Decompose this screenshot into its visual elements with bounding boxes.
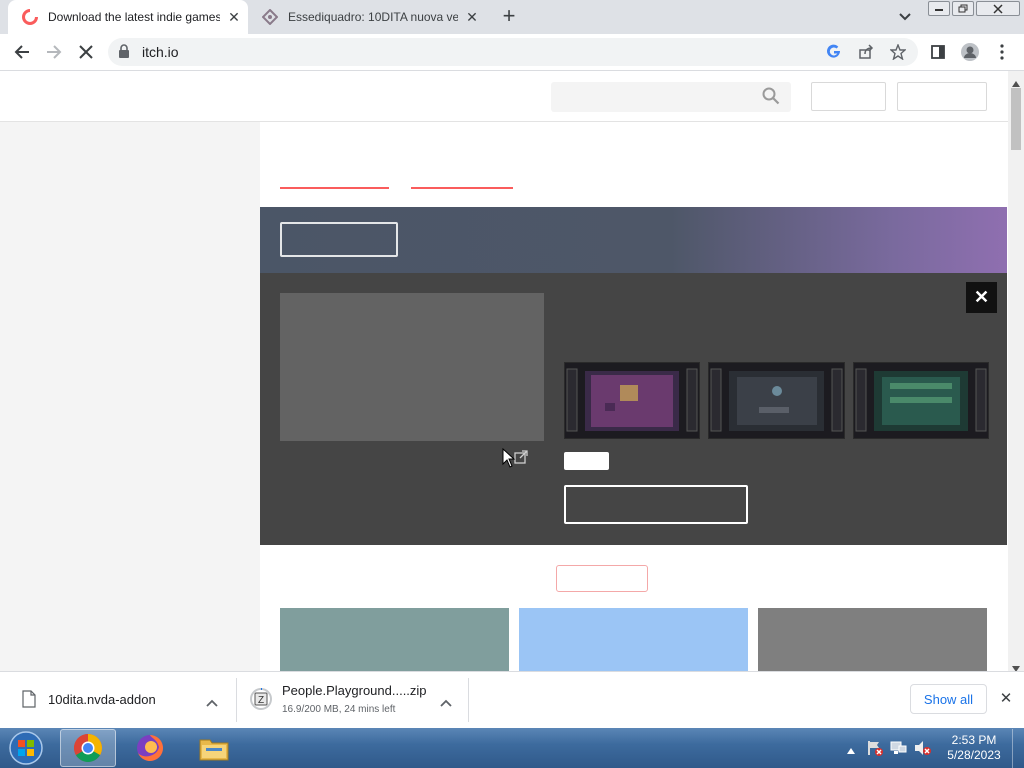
login-button[interactable] [811, 82, 886, 111]
profile-avatar-icon[interactable] [956, 38, 984, 66]
nav-tab-underline[interactable] [411, 187, 513, 189]
left-sidebar [0, 122, 260, 671]
download-filename[interactable]: 10ditа.nvda-addon [48, 692, 156, 707]
search-icon[interactable] [762, 87, 780, 110]
url-text[interactable]: itch.io [142, 44, 179, 60]
register-button[interactable] [897, 82, 987, 111]
network-icon[interactable] [890, 740, 908, 761]
address-bar[interactable] [108, 38, 918, 66]
restore-button[interactable] [952, 1, 974, 16]
close-icon[interactable]: ✕ [966, 282, 997, 313]
side-panel-icon[interactable] [924, 38, 952, 66]
file-explorer-taskbar-icon[interactable] [186, 729, 242, 767]
game-screenshot[interactable] [853, 362, 989, 439]
vertical-scrollbar[interactable] [1008, 71, 1024, 671]
start-orb-icon[interactable] [6, 729, 46, 767]
download-filename[interactable]: People.Playground.....zip [282, 683, 427, 698]
banner-button[interactable] [280, 222, 398, 257]
view-game-button[interactable] [564, 485, 748, 524]
tab-strip: Download the latest indie games ✕ Essedi… [0, 0, 1024, 34]
close-shelf-icon[interactable]: ✕ [998, 690, 1014, 707]
show-all-button[interactable]: Show all [910, 684, 987, 714]
firefox-taskbar-icon[interactable] [122, 729, 178, 767]
itchio-favicon-icon [22, 9, 38, 25]
svg-text:Z: Z [258, 695, 264, 706]
action-center-flag-icon[interactable] [866, 740, 884, 761]
external-link-icon[interactable] [514, 450, 528, 469]
tab-close-icon[interactable]: ✕ [224, 7, 244, 27]
system-clock[interactable]: 2:53 PM 5/28/2023 [944, 733, 1004, 763]
lock-icon[interactable] [118, 44, 132, 60]
tab-title: Download the latest indie games [48, 10, 220, 24]
game-screenshot[interactable] [564, 362, 700, 439]
game-card-thumbnail[interactable] [280, 608, 509, 671]
tab-close-icon[interactable]: ✕ [462, 7, 482, 27]
game-card-thumbnail[interactable] [758, 608, 987, 671]
file-icon [22, 690, 36, 713]
download-separator [468, 678, 469, 722]
nav-tab-underline[interactable] [280, 187, 389, 189]
chrome-taskbar-icon[interactable] [60, 729, 116, 767]
zip-archive-icon: Z [250, 687, 272, 710]
tab-essediquadro[interactable]: Essediquadro: 10DITA nuova vers ✕ [248, 0, 488, 34]
tab-itchio[interactable]: Download the latest indie games ✕ [8, 0, 248, 34]
show-desktop-button[interactable] [1012, 729, 1024, 768]
clock-date: 5/28/2023 [947, 748, 1001, 762]
mouse-cursor-icon [502, 447, 516, 473]
scrollbar-thumb[interactable] [1011, 88, 1021, 150]
volume-muted-icon[interactable] [914, 740, 932, 761]
share-icon[interactable] [852, 38, 880, 66]
web-page: ✕ [0, 71, 1008, 671]
essediquadro-favicon-icon [262, 9, 278, 25]
featured-cover-image[interactable] [280, 293, 544, 441]
search-input[interactable] [551, 82, 791, 112]
minimize-button[interactable] [928, 1, 950, 16]
tab-search-chevron-icon[interactable] [895, 8, 915, 26]
menu-kebab-icon[interactable] [988, 38, 1016, 66]
game-screenshot[interactable] [708, 362, 845, 439]
price-tag [564, 452, 609, 470]
download-separator [236, 678, 237, 722]
window-close-button[interactable] [976, 1, 1020, 16]
forward-arrow-icon[interactable] [40, 38, 68, 66]
browse-more-button[interactable] [556, 565, 648, 592]
download-options-chevron-icon[interactable] [206, 694, 218, 712]
google-lens-icon[interactable] [820, 38, 848, 66]
tab-title: Essediquadro: 10DITA nuova vers [288, 10, 458, 24]
game-card-thumbnail[interactable] [519, 608, 748, 671]
back-arrow-icon[interactable] [8, 38, 36, 66]
bookmark-star-icon[interactable] [884, 38, 912, 66]
download-options-chevron-icon[interactable] [440, 694, 452, 712]
show-hidden-icons-icon[interactable] [846, 742, 856, 760]
new-tab-button[interactable]: + [497, 3, 521, 28]
clock-time: 2:53 PM [951, 733, 997, 747]
download-progress-text: 16.9/200 MB, 24 mins left [282, 704, 396, 715]
stop-loading-icon[interactable] [72, 38, 100, 66]
